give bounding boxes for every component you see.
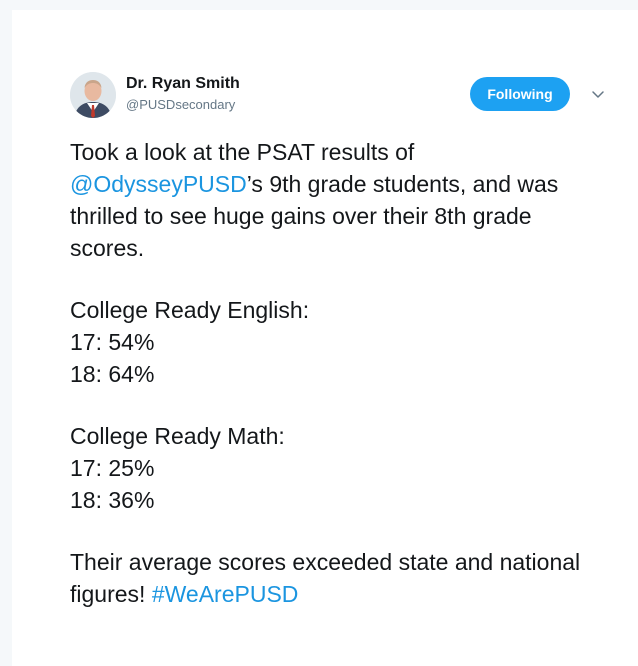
mention-link[interactable]: @OdysseyPUSD [70,171,247,197]
closing-text: Their average scores exceeded state and … [70,549,581,607]
english-line-17: 17: 54% [70,329,155,355]
english-results: College Ready English: 17: 54% 18: 64% [70,294,610,390]
avatar-image [70,72,116,118]
math-line-17: 17: 25% [70,455,155,481]
chevron-down-icon[interactable] [588,84,608,104]
tweet-card: Dr. Ryan Smith @PUSDsecondary Following … [12,10,638,666]
english-heading: College Ready English: [70,297,310,323]
author-handle[interactable]: @PUSDsecondary [126,97,235,112]
avatar[interactable] [70,72,116,118]
english-line-18: 18: 64% [70,361,155,387]
author-name[interactable]: Dr. Ryan Smith [126,75,240,93]
hashtag-link[interactable]: #WeArePUSD [152,581,299,607]
following-button[interactable]: Following [470,77,570,111]
math-heading: College Ready Math: [70,423,285,449]
tweet-text: Took a look at the PSAT results of @Odys… [70,136,610,640]
math-results: College Ready Math: 17: 25% 18: 36% [70,420,610,516]
tweet-closing: Their average scores exceeded state and … [70,546,610,610]
tweet-header: Dr. Ryan Smith @PUSDsecondary Following [70,72,610,128]
intro-text-start: Took a look at the PSAT results of [70,139,415,165]
tweet-intro: Took a look at the PSAT results of @Odys… [70,136,610,264]
math-line-18: 18: 36% [70,487,155,513]
